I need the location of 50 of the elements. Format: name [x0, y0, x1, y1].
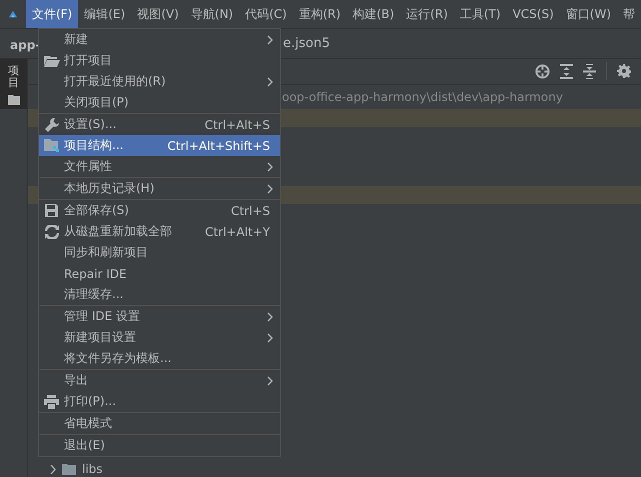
- menu-item[interactable]: 打印(P)...: [39, 391, 280, 412]
- reload-icon: [44, 224, 58, 238]
- menu-item[interactable]: 全部保存(S) Ctrl+S: [39, 200, 280, 221]
- collapse-all-icon[interactable]: [583, 64, 596, 79]
- folder-icon: [8, 95, 20, 106]
- menu-title[interactable]: 代码(C): [239, 0, 293, 28]
- locate-icon[interactable]: [535, 64, 550, 79]
- expand-all-icon[interactable]: [560, 64, 573, 79]
- menu-title[interactable]: 导航(N): [184, 0, 240, 28]
- menu-item[interactable]: 管理 IDE 设置: [39, 306, 280, 327]
- menu-title[interactable]: 帮: [617, 0, 641, 28]
- menu-item[interactable]: 将文件另存为模板...: [39, 348, 280, 369]
- menu-item[interactable]: 退出(E): [39, 435, 280, 456]
- menu-title[interactable]: 重构(R): [292, 0, 347, 28]
- menu-item[interactable]: 省电模式: [39, 413, 280, 434]
- menu-item[interactable]: 项目结构... Ctrl+Alt+Shift+S: [39, 135, 280, 156]
- settings-icon[interactable]: [617, 64, 631, 78]
- chevron-right-icon[interactable]: [50, 464, 56, 474]
- folder-icon: [62, 464, 76, 474]
- menu-item[interactable]: 导出: [39, 370, 280, 391]
- menu-item[interactable]: 关闭项目(P): [39, 92, 280, 113]
- menu-item[interactable]: 新建: [39, 29, 280, 50]
- project-title: app-: [10, 38, 40, 52]
- folder-icon: [44, 139, 60, 152]
- menu-title[interactable]: 编辑(E): [78, 0, 132, 28]
- wrench-icon: [44, 118, 58, 132]
- printer-icon: [44, 394, 59, 408]
- menu-title[interactable]: VCS(S): [506, 0, 560, 28]
- menu-item[interactable]: 打开最近使用的(R): [39, 71, 280, 92]
- menu-item[interactable]: 同步和刷新项目: [39, 242, 280, 263]
- side-tab[interactable]: 项目: [0, 59, 27, 110]
- menu-title[interactable]: 运行(R): [400, 0, 454, 28]
- menu-item[interactable]: 清理缓存...: [39, 284, 280, 305]
- menu-item[interactable]: 设置(S)... Ctrl+Alt+S: [39, 114, 280, 135]
- save-icon: [45, 204, 58, 217]
- menu-title[interactable]: 窗口(W): [560, 0, 617, 28]
- menu-item[interactable]: 从磁盘重新加载全部 Ctrl+Alt+Y: [39, 221, 280, 242]
- editor-tab[interactable]: e.json5: [283, 36, 330, 51]
- menu-item[interactable]: 新建项目设置: [39, 327, 280, 348]
- menu-item[interactable]: 打开项目: [39, 50, 280, 71]
- tree-item[interactable]: libs: [82, 462, 103, 476]
- folder-icon: [44, 54, 60, 66]
- menu-item[interactable]: 文件属性: [39, 156, 280, 177]
- menu-item[interactable]: 本地历史记录(H): [39, 178, 280, 199]
- menu-title[interactable]: 工具(T): [454, 0, 507, 28]
- menu-title[interactable]: 视图(V): [131, 0, 185, 28]
- menu-title[interactable]: 构建(B): [346, 0, 400, 28]
- menu-item[interactable]: Repair IDE: [39, 263, 280, 284]
- menu-title[interactable]: 文件(F): [26, 0, 78, 28]
- project-path: oop-office-app-harmony\dist\dev\app-harmony: [282, 90, 563, 104]
